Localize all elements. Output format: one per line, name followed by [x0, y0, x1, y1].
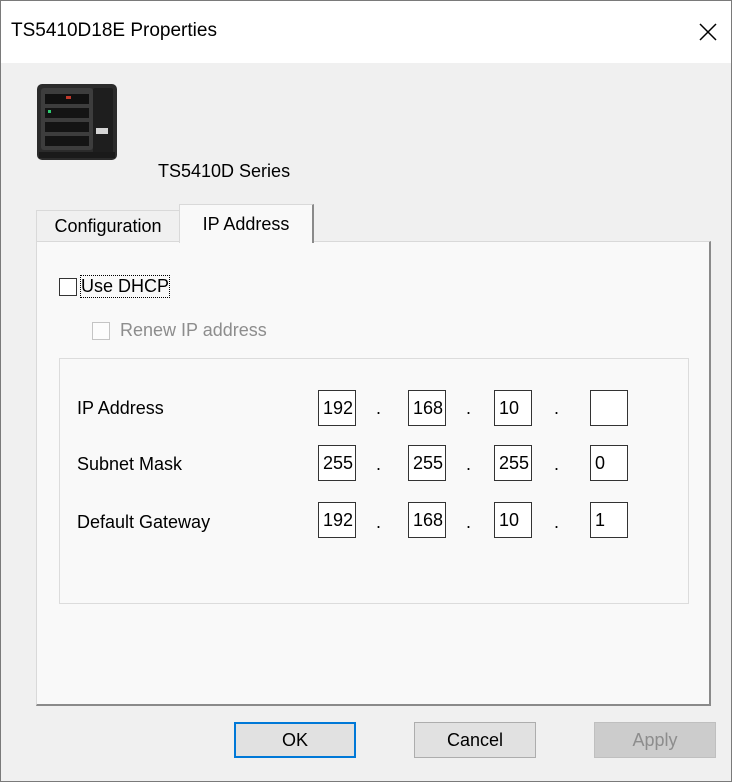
ip-address-label: IP Address [77, 398, 164, 418]
default-gateway-octet-2[interactable]: 168 [408, 502, 446, 538]
ok-button[interactable]: OK [234, 722, 356, 758]
apply-button: Apply [594, 722, 716, 758]
close-icon [699, 23, 717, 41]
default-gateway-octet-4[interactable]: 1 [590, 502, 628, 538]
subnet-mask-dot-1: . [376, 454, 382, 474]
subnet-mask-label: Subnet Mask [77, 454, 183, 474]
close-button[interactable] [685, 1, 731, 63]
tab-configuration[interactable]: Configuration [36, 210, 180, 242]
default-gateway-dot-2: . [466, 512, 472, 532]
device-series-label: TS5410D Series [158, 161, 291, 181]
ip-address-octet-2[interactable]: 168 [408, 390, 446, 426]
ip-address-octet-3[interactable]: 10 [494, 390, 532, 426]
ip-address-dot-3: . [554, 398, 560, 418]
default-gateway-octet-1[interactable]: 192 [318, 502, 356, 538]
subnet-mask-octet-3[interactable]: 255 [494, 445, 532, 481]
title-bar: TS5410D18E Properties [1, 1, 731, 63]
subnet-mask-octet-2[interactable]: 255 [408, 445, 446, 481]
renew-ip-label: Renew IP address [120, 320, 267, 340]
ip-address-octet-4[interactable] [590, 390, 628, 426]
renew-ip-checkbox [92, 322, 110, 340]
ip-address-dot-2: . [466, 398, 472, 418]
ip-address-dot-1: . [376, 398, 382, 418]
subnet-mask-octet-1[interactable]: 255 [318, 445, 356, 481]
default-gateway-dot-3: . [554, 512, 560, 532]
default-gateway-label: Default Gateway [77, 512, 211, 532]
subnet-mask-dot-2: . [466, 454, 472, 474]
tab-ip-address[interactable]: IP Address [179, 204, 314, 243]
subnet-mask-dot-3: . [554, 454, 560, 474]
subnet-mask-octet-4[interactable]: 0 [590, 445, 628, 481]
use-dhcp-checkbox[interactable] [59, 278, 77, 296]
use-dhcp-label[interactable]: Use DHCP [79, 275, 171, 298]
ip-address-octet-1[interactable]: 192 [318, 390, 356, 426]
default-gateway-octet-3[interactable]: 10 [494, 502, 532, 538]
window-title: TS5410D18E Properties [11, 20, 217, 41]
nas-device-icon [37, 84, 117, 160]
cancel-button[interactable]: Cancel [414, 722, 536, 758]
default-gateway-dot-1: . [376, 512, 382, 532]
